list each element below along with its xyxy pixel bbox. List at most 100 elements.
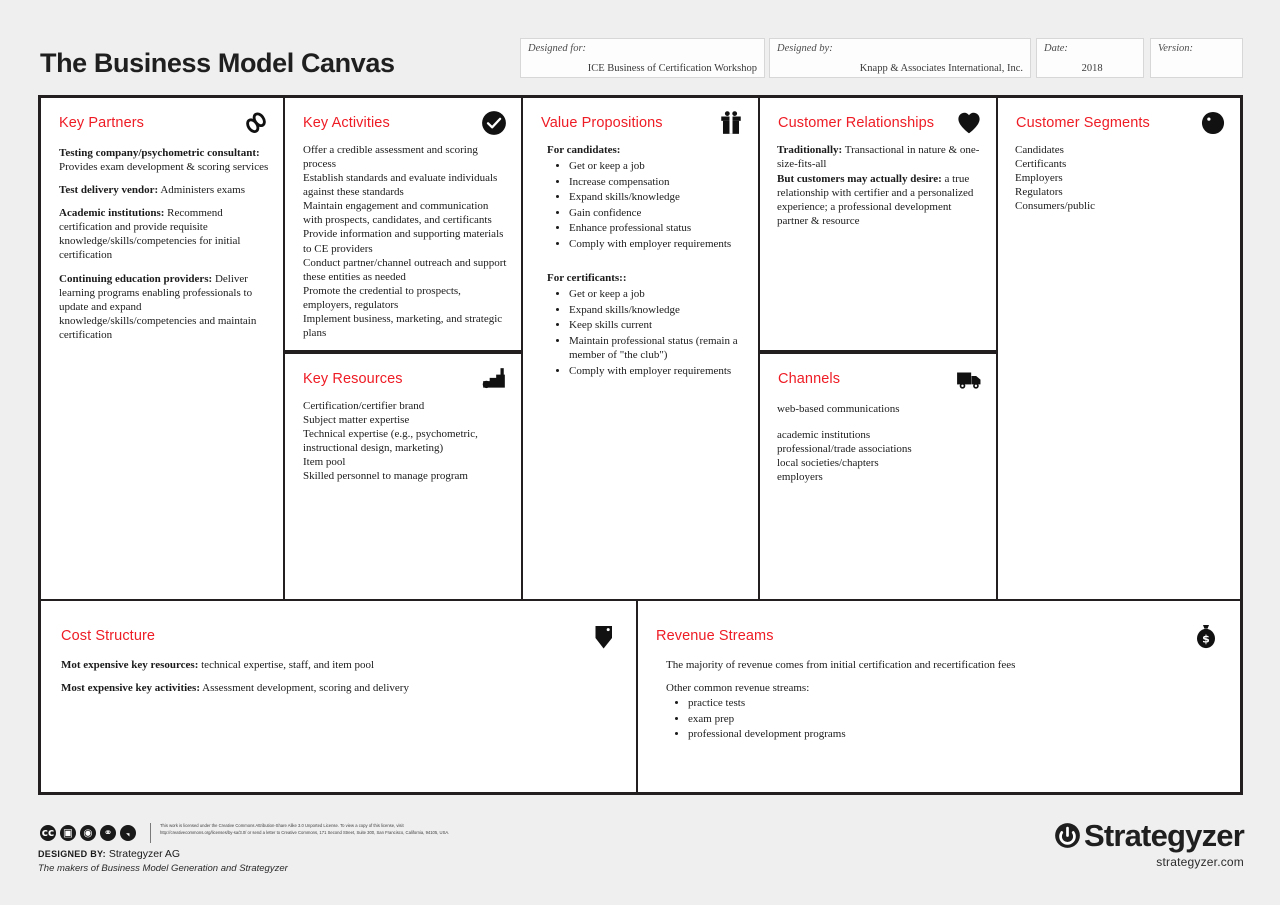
key-activities-item: Implement business, marketing, and strat… [303,312,509,340]
channels-body: web-based communications academic instit… [777,402,984,484]
brand-row: Strategyzer [1054,820,1244,851]
list-item: Gain confidence [569,206,746,220]
block-customer-segments[interactable]: Customer Segments Candidates Certificant… [998,98,1240,601]
key-resources-body: Certification/certifier brand Subject ma… [303,399,509,483]
customer-segments-item: Regulators [1015,185,1228,199]
list-item: Increase compensation [569,175,746,189]
revenue-streams-intro: The majority of revenue comes from initi… [666,658,1220,672]
designed-for-field[interactable]: Designed for: ICE Business of Certificat… [520,38,765,78]
heart-icon [956,110,982,136]
page-title: The Business Model Canvas [40,48,395,79]
key-partners-item: Academic institutions: Recommend certifi… [59,206,271,262]
check-circle-icon [481,110,507,136]
spacer [547,259,746,271]
customer-segments-item: Employers [1015,171,1228,185]
key-partners-item: Test delivery vendor: Administers exams [59,183,271,197]
key-activities-item: Provide information and supporting mater… [303,227,509,255]
list-item: Enhance professional status [569,221,746,235]
block-key-activities[interactable]: Key Activities Offer a credible assessme… [285,98,523,352]
strategyzer-wordmark: Strategyzer [1084,820,1244,851]
value-prop-candidates-list: Get or keep a job Increase compensation … [547,159,746,251]
channels-item: professional/trade associations [777,442,984,456]
strategyzer-url[interactable]: strategyzer.com [1054,855,1244,869]
key-resources-item: Subject matter expertise [303,413,509,427]
revenue-streams-title: Revenue Streams [656,628,774,644]
key-resources-item: Technical expertise (e.g., psychometric,… [303,427,509,455]
value-prop-group-heading: For certificants:: [547,271,746,285]
strategyzer-brand[interactable]: Strategyzer strategyzer.com [1054,820,1244,869]
list-item: Keep skills current [569,318,746,332]
list-item: exam prep [688,712,1220,726]
page-footer: cc ▣ ◉ ⚭ 𝅑 This work is licensed under t… [0,812,1280,905]
key-partners-title: Key Partners [59,115,144,131]
designed-for-value: ICE Business of Certification Workshop [588,63,757,74]
designed-by-value: Knapp & Associates International, Inc. [860,63,1023,74]
date-value: 2018 [1082,63,1103,74]
list-item: Get or keep a job [569,287,746,301]
designed-by-field[interactable]: Designed by: Knapp & Associates Internat… [769,38,1031,78]
factory-icon [481,366,507,392]
value-prop-group-heading: For candidates: [547,143,746,157]
cc-sa-icon: ⚭ [100,825,116,841]
value-propositions-title: Value Propositions [541,115,663,131]
customer-relationships-item: But customers may actually desire: a tru… [777,172,984,228]
key-activities-item: Promote the credential to prospects, emp… [303,284,509,312]
block-customer-relationships[interactable]: Customer Relationships Traditionally: Tr… [760,98,998,352]
key-activities-item: Establish standards and evaluate individ… [303,171,509,199]
list-item: Get or keep a job [569,159,746,173]
key-activities-item: Offer a credible assessment and scoring … [303,143,509,171]
channels-item: local societies/chapters [777,456,984,470]
version-field[interactable]: Version: [1150,38,1243,78]
list-item: Expand skills/knowledge [569,190,746,204]
customer-segments-item: Certificants [1015,157,1228,171]
channels-item: employers [777,470,984,484]
cost-structure-body: Mot expensive key resources: technical e… [61,658,616,704]
footer-makers-line: The makers of Business Model Generation … [38,863,288,874]
cc-nd-icon: ◉ [80,825,96,841]
block-channels[interactable]: Channels web-based communications academ… [760,352,998,601]
date-field[interactable]: Date: 2018 [1036,38,1144,78]
revenue-streams-body: The majority of revenue comes from initi… [666,658,1220,749]
customer-relationships-body: Traditionally: Transactional in nature &… [777,143,984,229]
value-prop-certificants-list: Get or keep a job Expand skills/knowledg… [547,287,746,377]
channels-item: web-based communications [777,402,984,416]
money-bag-icon: $ [1194,623,1218,651]
key-activities-item: Maintain engagement and communication wi… [303,199,509,227]
block-key-partners[interactable]: Key Partners Testing company/psychometri… [41,98,285,601]
customer-segments-title: Customer Segments [1016,115,1150,131]
list-item: Maintain professional status (remain a m… [569,334,746,362]
page-header: The Business Model Canvas Designed for: … [0,0,1280,90]
footer-designed-by: DESIGNED BY: Strategyzer AG [38,848,180,860]
designed-for-label: Designed for: [528,43,586,54]
strategyzer-logo-icon [1054,822,1081,849]
creative-commons-badges[interactable]: cc ▣ ◉ ⚭ 𝅑 [40,825,136,841]
list-item: practice tests [688,696,1220,710]
key-activities-item: Conduct partner/channel outreach and sup… [303,256,509,284]
revenue-streams-list: practice tests exam prep professional de… [666,696,1220,741]
key-resources-item: Item pool [303,455,509,469]
gift-icon [718,110,744,136]
customer-segments-body: Candidates Certificants Employers Regula… [1015,143,1228,213]
person-head-icon [1200,110,1226,136]
price-tag-icon [592,623,616,651]
key-partners-item: Testing company/psychometric consultant:… [59,146,271,174]
version-label: Version: [1158,43,1193,54]
customer-segments-item: Candidates [1015,143,1228,157]
key-resources-item: Skilled personnel to manage program [303,469,509,483]
key-partners-item: Continuing education providers: Deliver … [59,272,271,342]
business-model-canvas-page: The Business Model Canvas Designed for: … [0,0,1280,905]
license-text: This work is licensed under the Creative… [160,823,590,837]
key-activities-title: Key Activities [303,115,390,131]
block-key-resources[interactable]: Key Resources Certification/certifier br… [285,352,523,601]
key-partners-body: Testing company/psychometric consultant:… [59,146,271,351]
list-item: professional development programs [688,727,1220,741]
date-label: Date: [1044,43,1068,54]
block-revenue-streams[interactable]: Revenue Streams $ The majority of revenu… [638,601,1240,792]
canvas-grid: Key Partners Testing company/psychometri… [38,95,1243,795]
key-resources-title: Key Resources [303,371,403,387]
svg-text:$: $ [1202,633,1210,646]
block-cost-structure[interactable]: Cost Structure Mot expensive key resourc… [41,601,638,792]
key-activities-body: Offer a credible assessment and scoring … [303,143,509,340]
block-value-propositions[interactable]: Value Propositions For candidates: Get o… [523,98,760,601]
channels-item: academic institutions [777,428,984,442]
